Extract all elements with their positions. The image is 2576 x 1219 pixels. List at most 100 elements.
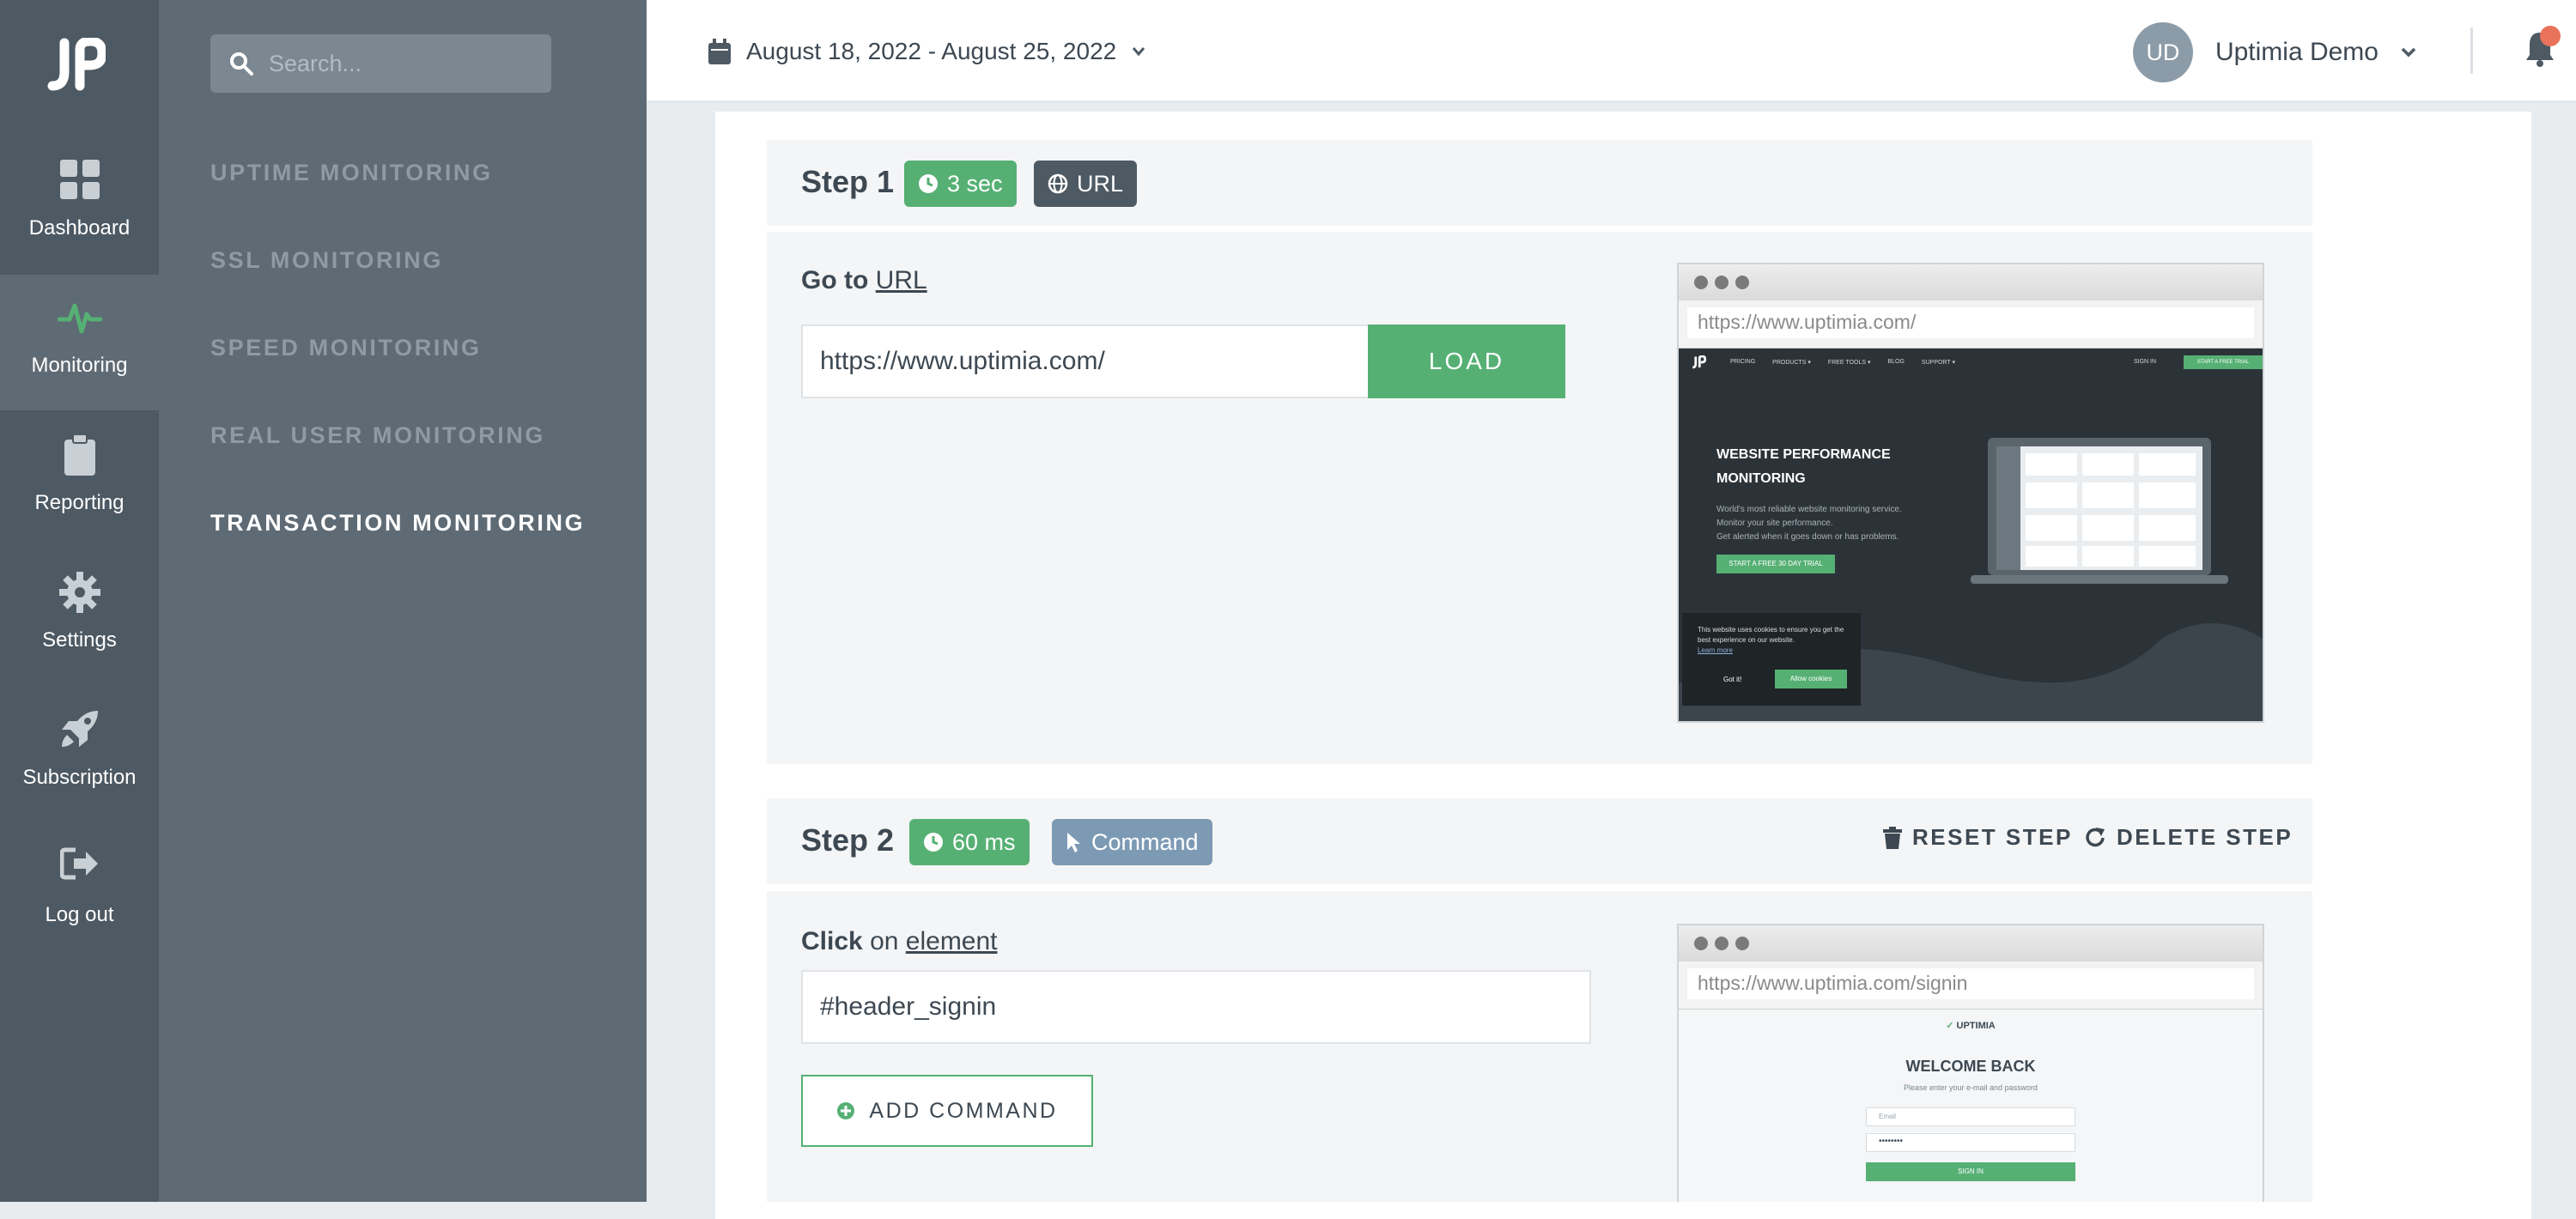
subnav-item-speed[interactable]: SPEED MONITORING bbox=[210, 335, 482, 361]
selector-input[interactable]: #header_signin bbox=[801, 970, 1591, 1044]
uptimia-homepage-preview: PRICING PRODUCTS ▾ FREE TOOLS ▾ BLOG SUP… bbox=[1679, 349, 2263, 721]
subnav-item-ssl[interactable]: SSL MONITORING bbox=[210, 247, 443, 274]
rail-item-monitoring[interactable]: Monitoring bbox=[0, 275, 159, 410]
user-menu[interactable]: UD Uptimia Demo bbox=[2132, 22, 2416, 82]
clock-icon bbox=[919, 174, 938, 193]
preview-sub-line: Monitor your site performance. bbox=[1716, 519, 1833, 528]
redo-icon bbox=[2086, 827, 2105, 846]
step-2-header: Step 2 60 ms Command RESET STEP DELETE S… bbox=[767, 798, 2312, 884]
gear-icon bbox=[58, 572, 100, 613]
rail-item-label: Subscription bbox=[22, 766, 137, 789]
preview-hero-line: WEBSITE PERFORMANCE bbox=[1716, 447, 1891, 462]
icon-rail: Dashboard Monitoring Reporting Settings … bbox=[0, 0, 159, 1202]
preview-hero-line: MONITORING bbox=[1716, 471, 1806, 486]
preview-brand-text: UPTIMIA bbox=[1956, 1021, 1996, 1031]
clock-icon bbox=[924, 833, 943, 852]
uptimia-logo bbox=[1692, 355, 1706, 369]
calendar-icon bbox=[708, 39, 731, 64]
browser-address: https://www.uptimia.com/signin bbox=[1687, 968, 2254, 999]
rail-item-reporting[interactable]: Reporting bbox=[0, 412, 159, 548]
step-type-badge: URL bbox=[1034, 161, 1138, 207]
cursor-icon bbox=[1067, 833, 1080, 852]
pulse-icon bbox=[57, 303, 102, 334]
chevron-down-icon bbox=[1133, 47, 1145, 57]
monitoring-subnav: UPTIME MONITORING SSL MONITORING SPEED M… bbox=[159, 0, 647, 1202]
search-icon bbox=[230, 52, 253, 76]
preview-nav-item: BLOG bbox=[1887, 359, 1905, 365]
logout-icon bbox=[59, 847, 98, 880]
cookie-text: This website uses cookies to ensure you … bbox=[1698, 626, 1844, 644]
signin-page-preview: ✓ UPTIMIA WELCOME BACK Please enter your… bbox=[1679, 1010, 2263, 1202]
browser-address: https://www.uptimia.com/ bbox=[1687, 307, 2254, 338]
step-title: Step 2 bbox=[801, 822, 895, 858]
subnav-item-transaction[interactable]: TRANSACTION MONITORING bbox=[210, 510, 585, 537]
preview-brand: ✓ UPTIMIA bbox=[1946, 1021, 1996, 1031]
subnav-item-real-user[interactable]: REAL USER MONITORING bbox=[210, 422, 545, 449]
trash-icon bbox=[1883, 826, 1902, 849]
step-2-body: Click on element #header_signin ADD COMM… bbox=[767, 891, 2312, 1202]
notification-dot bbox=[2540, 26, 2561, 46]
duration-badge: 60 ms bbox=[909, 819, 1030, 865]
rail-item-dashboard[interactable]: Dashboard bbox=[0, 137, 159, 273]
duration-badge: 3 sec bbox=[904, 161, 1017, 207]
duration-text: 3 sec bbox=[947, 170, 1003, 197]
top-bar: August 18, 2022 - August 25, 2022 UD Upt… bbox=[647, 0, 2576, 103]
reset-step-label: RESET STEP bbox=[1912, 824, 2073, 850]
preview-signin-button: SIGN IN bbox=[1866, 1162, 2075, 1181]
search-box[interactable] bbox=[210, 34, 551, 93]
preview-sign-in: SIGN IN bbox=[2134, 359, 2157, 365]
date-range-picker[interactable]: August 18, 2022 - August 25, 2022 bbox=[708, 38, 1145, 65]
preview-trial-button: START A FREE TRIAL bbox=[2184, 355, 2263, 369]
uptimia-logo[interactable] bbox=[46, 38, 106, 93]
step-1-screenshot: https://www.uptimia.com/ PRICING PRODUCT… bbox=[1677, 263, 2264, 723]
preview-sub-line: Get alerted when it goes down or has pro… bbox=[1716, 532, 1899, 542]
avatar: UD bbox=[2132, 22, 2193, 82]
delete-step-label: DELETE STEP bbox=[2117, 824, 2293, 850]
plus-circle-icon bbox=[837, 1102, 855, 1119]
preview-heading: WELCOME BACK bbox=[1905, 1058, 2036, 1075]
browser-chrome bbox=[1679, 925, 2263, 961]
preview-subheading: Please enter your e-mail and password bbox=[1903, 1083, 2038, 1092]
step-title: Step 1 bbox=[801, 164, 895, 199]
step-1-body: Go to URL https://www.uptimia.com/ LOAD … bbox=[767, 232, 2312, 764]
action-verb: Click bbox=[801, 927, 863, 955]
preview-nav-item: PRICING bbox=[1730, 359, 1756, 365]
delete-step-button[interactable]: DELETE STEP bbox=[2084, 824, 2293, 851]
rail-item-label: Log out bbox=[45, 903, 114, 926]
cookie-link: Learn more bbox=[1698, 646, 1733, 654]
search-input[interactable] bbox=[267, 34, 542, 93]
load-button[interactable]: LOAD bbox=[1368, 324, 1565, 398]
rail-item-label: Dashboard bbox=[28, 216, 131, 240]
action-target-link[interactable]: URL bbox=[876, 266, 927, 294]
preview-nav-item: PRODUCTS ▾ bbox=[1772, 360, 1811, 366]
browser-address-bar: https://www.uptimia.com/ bbox=[1679, 300, 2263, 349]
rail-item-logout[interactable]: Log out bbox=[0, 824, 159, 960]
rail-item-label: Reporting bbox=[34, 491, 125, 514]
dashboard-icon bbox=[59, 160, 100, 199]
url-input[interactable]: https://www.uptimia.com/ bbox=[801, 324, 1370, 398]
rail-item-subscription[interactable]: Subscription bbox=[0, 687, 159, 822]
add-command-button[interactable]: ADD COMMAND bbox=[801, 1075, 1093, 1147]
step-1-header: Step 1 3 sec URL bbox=[767, 140, 2312, 226]
preview-subtitle: World's most reliable website monitoring… bbox=[1716, 503, 1902, 544]
header-divider bbox=[2470, 27, 2473, 74]
cookie-allow: Allow cookies bbox=[1775, 670, 1847, 688]
preview-nav-item: SUPPORT ▾ bbox=[1921, 360, 1955, 366]
preview-sub-line: World's most reliable website monitoring… bbox=[1716, 505, 1902, 514]
rocket-icon bbox=[61, 711, 98, 747]
preview-password-field: •••••••• bbox=[1866, 1133, 2075, 1152]
step-action-label: Click on element bbox=[801, 927, 998, 956]
globe-icon bbox=[1048, 173, 1068, 194]
cookie-dismiss: Got it! bbox=[1723, 676, 1742, 683]
clipboard-icon bbox=[64, 434, 95, 476]
reset-step-button[interactable]: RESET STEP bbox=[1883, 824, 2073, 851]
rail-item-settings[interactable]: Settings bbox=[0, 549, 159, 685]
subnav-item-uptime[interactable]: UPTIME MONITORING bbox=[210, 160, 493, 186]
laptop-illustration bbox=[1971, 438, 2228, 584]
user-name: Uptimia Demo bbox=[2215, 38, 2379, 66]
duration-text: 60 ms bbox=[952, 828, 1016, 855]
rail-item-label: Monitoring bbox=[31, 354, 128, 377]
step-type-badge: Command bbox=[1052, 819, 1212, 865]
chevron-down-icon bbox=[2401, 47, 2416, 58]
action-target-link[interactable]: element bbox=[906, 927, 998, 955]
